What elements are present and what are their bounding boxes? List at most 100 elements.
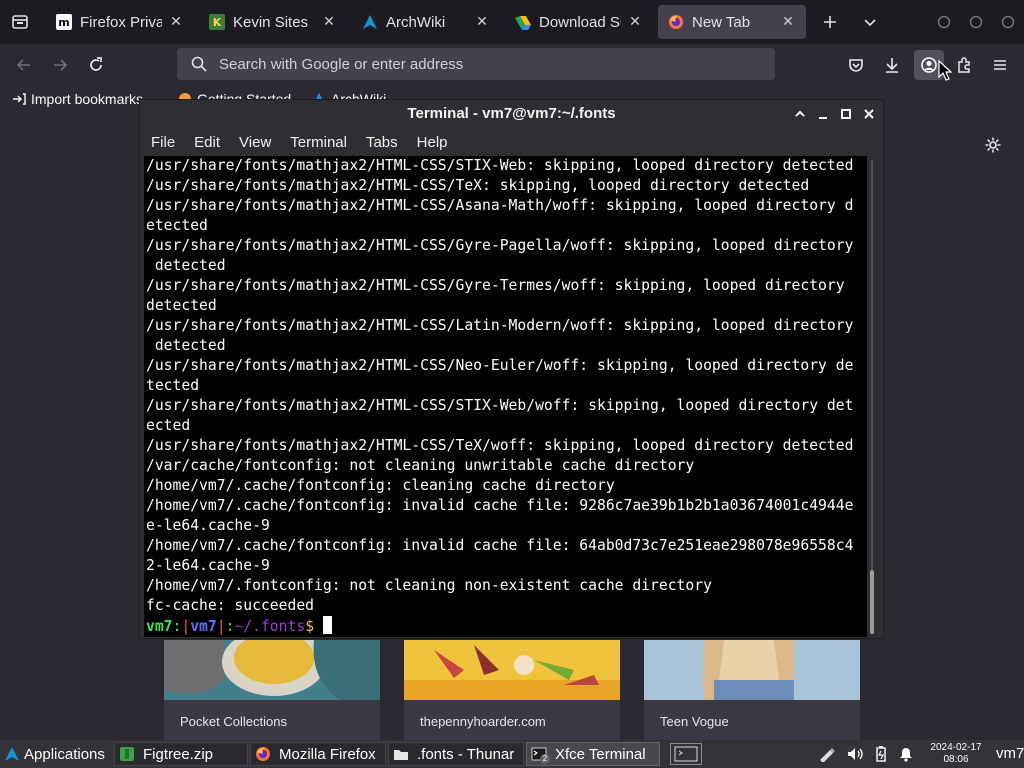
tab-close-icon[interactable]: ✕ <box>780 14 796 30</box>
tab-title: New Tab <box>692 13 751 31</box>
window-minimize-icon[interactable] <box>816 107 830 121</box>
tab-close-icon[interactable]: ✕ <box>321 14 337 30</box>
google-drive-favicon-icon <box>515 14 531 30</box>
story-tile-thepennyhoarder[interactable]: thepennyhoarder.com <box>404 640 620 740</box>
back-arrow-icon[interactable] <box>12 53 36 77</box>
tab-title: ArchWiki <box>386 13 446 31</box>
xfce-panel: Applications Figtree.zip Mozilla Firefox… <box>0 740 1024 768</box>
menu-file[interactable]: File <box>140 134 183 151</box>
pocket-icon[interactable] <box>844 53 868 77</box>
output-line: ected <box>146 417 191 434</box>
output-line: /usr/share/fonts/mathjax2/HTML-CSS/Asana… <box>146 197 854 214</box>
output-line: detected <box>146 337 226 354</box>
prompt-user: vm7 <box>146 618 173 635</box>
reload-icon[interactable] <box>84 53 108 77</box>
terminal-scrollbar[interactable] <box>869 160 875 634</box>
folder-icon <box>393 746 409 762</box>
scrollbar-thumb[interactable] <box>870 570 874 634</box>
story-tile-pocket-collections[interactable]: Pocket Collections <box>164 640 380 740</box>
workspace-switcher[interactable] <box>670 743 702 765</box>
output-line: /usr/share/fonts/mathjax2/HTML-CSS/STIX-… <box>146 157 854 174</box>
output-line: detected <box>146 257 226 274</box>
menu-edit[interactable]: Edit <box>183 134 228 151</box>
volume-icon[interactable] <box>846 746 864 762</box>
clock-date: 2024-02-17 <box>930 742 982 753</box>
new-tab-plus-icon[interactable] <box>818 10 842 34</box>
output-line: /usr/share/fonts/mathjax2/HTML-CSS/Gyre-… <box>146 277 845 294</box>
terminal-output[interactable]: /usr/share/fonts/mathjax2/HTML-CSS/STIX-… <box>144 156 867 637</box>
scrollbar-track <box>871 160 873 634</box>
window-close-icon[interactable] <box>862 107 876 121</box>
tab-title: Download Suc <box>539 13 621 31</box>
app-menu-hamburger-icon[interactable] <box>988 53 1012 77</box>
menu-terminal[interactable]: Terminal <box>279 134 355 151</box>
menu-help[interactable]: Help <box>406 134 456 151</box>
output-line: /usr/share/fonts/mathjax2/HTML-CSS/TeX: … <box>146 177 810 194</box>
notification-bell-icon[interactable] <box>898 746 914 762</box>
tab-title: Firefox Privac <box>80 13 162 31</box>
mouse-pointer-icon <box>938 60 952 82</box>
tab-download-success[interactable]: Download Suc ✕ <box>505 5 653 39</box>
tab-firefox-privacy[interactable]: m Firefox Privac ✕ <box>46 5 194 39</box>
import-bookmarks-label: Import bookmarks... <box>31 91 155 107</box>
output-line: fc-cache: succeeded <box>146 597 315 614</box>
tab-new-tab[interactable]: New Tab ✕ <box>658 5 806 39</box>
firefox-icon <box>255 746 271 762</box>
output-line: e-le64.cache-9 <box>146 517 270 534</box>
output-line: tected <box>146 377 200 394</box>
address-bar[interactable]: Search with Google or enter address <box>177 48 775 80</box>
window-count-badge: 2 <box>540 754 550 764</box>
clock[interactable]: 2024-02-17 08:06 <box>926 742 986 766</box>
archlinux-logo-icon <box>4 746 20 762</box>
firefox-view-icon[interactable] <box>8 10 32 34</box>
task-figtree-zip[interactable]: Figtree.zip <box>114 742 248 766</box>
terminal-title: Terminal - vm7@vm7:~/.fonts <box>140 100 883 128</box>
import-bookmarks-item[interactable]: Import bookmarks... <box>12 91 155 107</box>
menu-view[interactable]: View <box>228 134 279 151</box>
tab-kevin-sites[interactable]: K Kevin Sites ✕ <box>199 5 347 39</box>
window-shade-chevron-up-icon[interactable] <box>793 107 807 121</box>
user-menu[interactable]: vm7 <box>996 745 1024 762</box>
tab-close-icon[interactable]: ✕ <box>627 14 643 30</box>
window-close-circle-icon[interactable] <box>996 10 1020 34</box>
archive-manager-icon <box>119 746 135 762</box>
mozilla-favicon-icon: m <box>56 14 72 30</box>
kevin-sites-favicon-icon: K <box>209 14 225 30</box>
applications-label: Applications <box>24 745 105 763</box>
task-xfce-terminal[interactable]: 2 Xfce Terminal <box>526 742 660 766</box>
tab-archwiki[interactable]: ArchWiki ✕ <box>352 5 500 39</box>
prompt-host: vm7 <box>190 618 217 635</box>
battery-icon[interactable] <box>874 746 888 762</box>
forward-arrow-icon[interactable] <box>48 53 72 77</box>
terminal-icon: 2 <box>531 746 550 764</box>
task-mozilla-firefox[interactable]: Mozilla Firefox <box>250 742 386 766</box>
menu-tabs[interactable]: Tabs <box>355 134 406 151</box>
story-tile-teen-vogue[interactable]: Teen Vogue <box>644 640 860 740</box>
tab-close-icon[interactable]: ✕ <box>474 14 490 30</box>
firefox-favicon-icon <box>668 14 684 30</box>
clock-time: 08:06 <box>943 754 969 765</box>
list-all-tabs-chevron-down-icon[interactable] <box>858 10 882 34</box>
tab-title: Kevin Sites <box>233 13 309 31</box>
prompt-path: ~/.fonts <box>234 618 306 635</box>
story-source-label: Teen Vogue <box>660 714 729 729</box>
extensions-puzzle-icon[interactable] <box>952 53 976 77</box>
task-label: Xfce Terminal <box>555 745 646 763</box>
terminal-window: Terminal - vm7@vm7:~/.fonts File Edit Vi… <box>139 99 884 639</box>
output-line: /usr/share/fonts/mathjax2/HTML-CSS/Neo-E… <box>146 357 854 374</box>
window-maximize-circle-icon[interactable] <box>964 10 988 34</box>
tab-close-icon[interactable]: ✕ <box>168 14 184 30</box>
personalize-gear-icon[interactable] <box>981 133 1005 157</box>
task-fonts-thunar[interactable]: .fonts - Thunar <box>388 742 524 766</box>
search-icon <box>191 56 207 72</box>
pen-tool-icon[interactable] <box>818 746 836 762</box>
prompt-symbol: $ <box>305 618 315 635</box>
downloads-icon[interactable] <box>880 53 904 77</box>
story-source-label: thepennyhoarder.com <box>420 714 546 729</box>
address-bar-placeholder: Search with Google or enter address <box>219 55 464 73</box>
window-maximize-icon[interactable] <box>839 107 853 121</box>
prompt-separator-bar: | <box>216 618 226 635</box>
window-minimize-circle-icon[interactable] <box>932 10 956 34</box>
applications-menu-button[interactable]: Applications <box>0 742 110 766</box>
firefox-tab-bar: m Firefox Privac ✕ K Kevin Sites ✕ ArchW… <box>0 0 1024 44</box>
